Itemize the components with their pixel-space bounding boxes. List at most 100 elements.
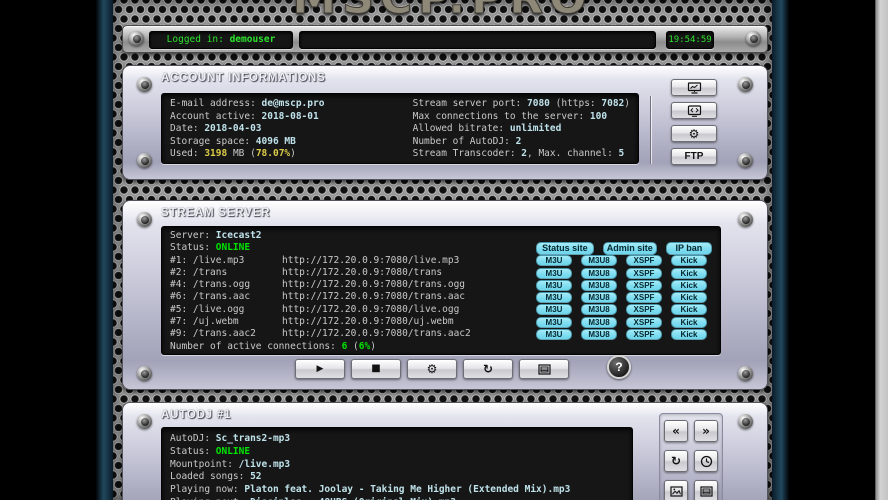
autodj-clock-button[interactable] [694, 450, 718, 472]
account-info-left-column: E-mail address: de@mscp.pro Account activ… [170, 98, 413, 159]
mount-id-path: #2: /trans [170, 266, 228, 278]
reload-icon: ↻ [670, 454, 682, 468]
mount-m3u-button[interactable]: M3U [536, 316, 572, 328]
autodj-panel-title: AUTODJ #1 [161, 409, 232, 421]
gear-icon: ⚙ [688, 126, 700, 141]
account-info-line: Used: 3198 MB (78.07%) [170, 148, 296, 159]
autodj-info-box: AutoDJ: Sc_trans2-mp3 Status: ONLINE Mount… [161, 427, 633, 500]
mount-m3u-button[interactable]: M3U [536, 292, 572, 304]
account-info-line: Number of AutoDJ: 2 [412, 135, 522, 147]
screw-icon [137, 366, 152, 381]
mount-xspf-button[interactable]: XSPF [626, 267, 662, 279]
main-column: MSCP.PRO Logged in: demouser 19:54:59 AC… [113, 0, 772, 500]
log-icon [537, 363, 551, 375]
autodj-control-buttons: « » ↻ [664, 420, 718, 500]
mount-xspf-button[interactable]: XSPF [626, 316, 662, 328]
mount-kick-button[interactable]: Kick [671, 329, 707, 341]
autodj-image-button[interactable] [664, 480, 688, 500]
mount-id-path: #5: /live.ogg [170, 303, 245, 315]
screw-icon [129, 31, 144, 46]
account-info-line: Storage space: 4096 MB [170, 135, 296, 147]
status-site-button[interactable]: Status site [536, 241, 594, 255]
clock: 19:54:59 [666, 31, 714, 49]
stop-button[interactable]: ■ [351, 359, 401, 379]
next-icon: » [702, 424, 710, 438]
connections-row: Number of active connections: 6 (6%) [170, 341, 712, 353]
screw-icon [738, 153, 753, 168]
gear-button[interactable]: ⚙ [407, 359, 457, 379]
autodj-next-button[interactable]: » [694, 420, 718, 442]
server-line: Server: Icecast2 [170, 229, 262, 241]
autodj-prev-button[interactable]: « [664, 420, 688, 442]
mount-m3u8-button[interactable]: M3U8 [581, 316, 617, 328]
mount-m3u-button[interactable]: M3U [536, 279, 572, 291]
code-screen-icon [687, 104, 702, 117]
mount-buttons: M3U M3U8 XSPF Kick [536, 316, 712, 328]
autodj-log-button[interactable] [694, 480, 718, 500]
mount-m3u8-button[interactable]: M3U8 [581, 329, 617, 341]
ip-ban-button[interactable]: IP ban [665, 241, 712, 255]
screw-icon [137, 153, 152, 168]
mount-m3u-button[interactable]: M3U [536, 255, 572, 267]
connections-line: Number of active connections: 6 (6%) [170, 340, 376, 352]
mount-kick-button[interactable]: Kick [671, 292, 707, 304]
mount-xspf-button[interactable]: XSPF [626, 329, 662, 341]
mount-kick-button[interactable]: Kick [671, 267, 707, 279]
mount-m3u8-button[interactable]: M3U8 [581, 279, 617, 291]
mount-xspf-button[interactable]: XSPF [626, 304, 662, 316]
mount-row: #9: /trans.aac2 http://172.20.0.9:7080/tr… [170, 328, 712, 341]
mount-m3u8-button[interactable]: M3U8 [581, 255, 617, 267]
play-button[interactable]: ▶ [295, 359, 345, 379]
mount-row: #2: /trans http://172.20.0.9:7080/trans M3… [170, 267, 712, 279]
account-ftp-button[interactable]: FTP [671, 148, 717, 165]
scrollbar[interactable] [875, 0, 888, 500]
screw-icon [738, 366, 753, 381]
autodj-controls-frame: « » ↻ [659, 413, 723, 500]
account-stats-screen-button[interactable] [671, 79, 717, 96]
server-row: Server: Icecast2 [170, 230, 712, 242]
prev-icon: « [672, 424, 680, 438]
screw-icon [738, 77, 753, 92]
mount-id-path: #6: /trans.aac [170, 291, 251, 303]
mount-m3u8-button[interactable]: M3U8 [581, 267, 617, 279]
mount-m3u8-button[interactable]: M3U8 [581, 304, 617, 316]
mount-kick-button[interactable]: Kick [671, 316, 707, 328]
autodj-info-line: AutoDJ: Sc_trans2-mp3 [170, 433, 291, 444]
mount-m3u8-button[interactable]: M3U8 [581, 292, 617, 304]
account-code-screen-button[interactable] [671, 102, 717, 119]
log-button[interactable] [519, 359, 569, 379]
account-gear-button[interactable]: ⚙ [671, 125, 717, 142]
mount-xspf-button[interactable]: XSPF [626, 255, 662, 267]
autodj-reload-button[interactable]: ↻ [664, 450, 688, 472]
reload-button[interactable]: ↻ [463, 359, 513, 379]
account-info-line: Stream Transcoder: 2, Max. channel: 5 [412, 148, 625, 159]
mount-row: #4: /trans.ogg http://172.20.0.9:7080/tra… [170, 279, 712, 291]
username: demouser [229, 34, 276, 45]
mount-kick-button[interactable]: Kick [671, 255, 707, 267]
admin-site-button[interactable]: Admin site [602, 241, 657, 255]
mount-kick-button[interactable]: Kick [671, 304, 707, 316]
mount-url: http://172.20.0.9:7080/trans [282, 266, 443, 278]
autodj-info-line: Mountpoint: /live.mp3 [170, 458, 291, 470]
mount-xspf-button[interactable]: XSPF [626, 292, 662, 304]
reload-icon: ↻ [482, 362, 494, 376]
autodj-info-line: Loaded songs: 52 [170, 471, 262, 483]
stats-screen-icon [687, 81, 702, 94]
autodj-info-line: Status: ONLINE [170, 445, 251, 457]
mount-m3u-button[interactable]: M3U [536, 304, 572, 316]
mount-m3u-button[interactable]: M3U [536, 329, 572, 341]
mount-kick-button[interactable]: Kick [671, 279, 707, 291]
app-logo: MSCP.PRO [113, 0, 772, 25]
mount-xspf-button[interactable]: XSPF [626, 279, 662, 291]
mount-m3u-button[interactable]: M3U [536, 267, 572, 279]
stop-icon: ■ [371, 363, 381, 374]
account-action-buttons: ⚙ FTP [671, 79, 717, 165]
account-info-line: Stream server port: 7080 (https: 7082) [412, 98, 630, 109]
mount-row: #1: /live.mp3 http://172.20.0.9:7080/live… [170, 255, 712, 267]
screw-icon [137, 414, 152, 429]
image-icon [669, 485, 683, 497]
account-panel: ACCOUNT INFORMATIONS E-mail address: de@… [122, 65, 768, 180]
mount-buttons: M3U M3U8 XSPF Kick [536, 267, 712, 279]
mount-url: http://172.20.0.9:7080/trans.aac2 [282, 328, 471, 340]
help-button[interactable]: ? [607, 355, 631, 379]
